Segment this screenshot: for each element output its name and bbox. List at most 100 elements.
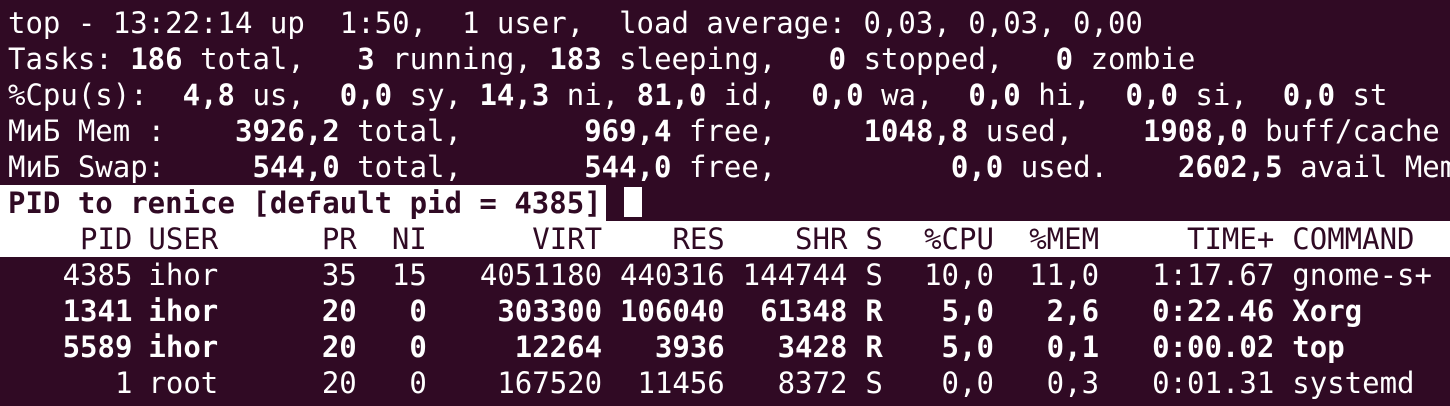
col-header-mem: %MEM [1029,222,1100,256]
process-row[interactable]: 4385 ihor 35 15 4051180 440316 144744 S … [0,257,1450,293]
process-shr: 8372 [777,366,848,400]
tasks-running: 3 [357,42,375,76]
mem-free-suffix: free, [671,114,864,148]
process-row[interactable]: 5589 ihor 20 0 12264 3936 3428 R 5,0 0,1… [0,329,1450,365]
tasks-zombie-suffix: zombie [1073,42,1196,76]
cpu-label: %Cpu(s): [8,78,183,112]
process-pid: 4385 [62,258,133,292]
col-header-time: TIME+ [1186,222,1275,256]
process-user: ihor [148,258,219,292]
swap-avail: 2602,5 [1177,150,1283,184]
cpu-hi: 0,0 [968,78,1021,112]
process-cpu: 10,0 [924,258,994,292]
process-nice: 0 [409,330,427,364]
process-user: ihor [148,330,219,364]
cpu-si: 0,0 [1125,78,1178,112]
process-user: root [148,366,219,400]
process-res: 106040 [619,294,725,328]
tasks-line: Tasks: 186 total, 3 running, 183 sleepin… [0,41,1450,77]
mem-label: МиБ Mem : [8,114,235,148]
col-header-pid: PID [80,222,133,256]
process-row[interactable]: 1 root 20 0 167520 11456 8372 S 0,0 0,3 … [0,365,1450,401]
process-row[interactable]: 1341 ihor 20 0 303300 106040 61348 R 5,0… [0,293,1450,329]
cpu-ni: 14,3 [479,78,550,112]
mem-line: МиБ Mem : 3926,2 total, 969,4 free, 1048… [0,113,1450,149]
cpu-wa-suffix: wa, [863,78,969,112]
process-mem: 0,1 [1046,330,1100,364]
process-command: gnome-s+ [1292,258,1432,292]
process-user: ihor [148,294,219,328]
process-priority: 20 [321,294,357,328]
swap-used-suffix: used. [1003,150,1178,184]
mem-free: 969,4 [584,114,672,148]
col-header-pr: PR [321,222,357,256]
col-header-shr: SHR [795,222,848,256]
mem-buff-suffix: buff/cache [1247,114,1440,148]
cpu-sy: 0,0 [339,78,393,112]
process-mem: 0,3 [1046,366,1100,400]
cpu-us-suffix: us, [235,78,340,112]
process-pid: 5589 [62,330,133,364]
mem-total: 3926,2 [234,114,340,148]
swap-free-suffix: free, [671,150,951,184]
col-header-res: RES [672,222,725,256]
process-command: systemd [1292,366,1415,400]
cpu-id-suffix: id, [706,78,812,112]
tasks-sleeping: 183 [549,42,602,76]
mem-used: 1048,8 [863,114,969,148]
process-priority: 20 [321,366,357,400]
tasks-label: Tasks: [8,42,131,76]
column-header-row: PID USER PR NI VIRT RES SHR S %CPU %MEM … [0,221,1450,257]
swap-total: 544,0 [252,150,340,184]
process-time: 0:00.02 [1152,330,1275,364]
process-state: S [865,366,883,400]
swap-line: МиБ Swap: 544,0 total, 544,0 free, 0,0 u… [0,149,1450,185]
process-state: S [865,258,883,292]
cpu-us: 4,8 [182,78,235,112]
swap-free: 544,0 [584,150,672,184]
process-time: 0:01.31 [1152,366,1275,400]
swap-total-suffix: total, [339,150,585,184]
process-priority: 35 [321,258,357,292]
renice-prompt: PID to renice [default pid = 4385] [0,185,606,221]
col-header-cpu: %CPU [924,222,994,256]
cpu-id: 81,0 [636,78,707,112]
uptime-line: top - 13:22:14 up 1:50, 1 user, load ave… [8,6,1143,40]
col-header-ni: NI [391,222,427,256]
process-pid: 1 [114,366,133,400]
process-virt: 303300 [497,294,603,328]
text-cursor[interactable] [623,187,642,217]
cpu-wa: 0,0 [811,78,864,112]
tasks-running-suffix: running, [374,42,550,76]
tasks-sleeping-suffix: sleeping, [601,42,829,76]
swap-label: МиБ Swap: [8,150,253,184]
tasks-total-suffix: total, [182,42,358,76]
cpu-sy-suffix: sy, [392,78,480,112]
col-header-command: COMMAND [1292,222,1415,256]
renice-prompt-line[interactable]: PID to renice [default pid = 4385] [0,185,1450,221]
process-virt: 4051180 [479,258,603,292]
process-virt: 12264 [514,330,603,364]
process-shr: 144744 [742,258,848,292]
process-virt: 167520 [497,366,603,400]
cpu-si-suffix: si, [1177,78,1283,112]
process-shr: 61348 [760,294,848,328]
col-header-user: USER [148,222,219,256]
terminal-window[interactable]: top - 13:22:14 up 1:50, 1 user, load ave… [0,0,1450,406]
process-nice: 0 [409,294,427,328]
process-res: 3936 [654,330,725,364]
cpu-line: %Cpu(s): 4,8 us, 0,0 sy, 14,3 ni, 81,0 i… [0,77,1450,113]
process-nice: 0 [409,366,427,400]
process-priority: 20 [321,330,357,364]
mem-buff: 1908,0 [1142,114,1248,148]
mem-total-suffix: total, [339,114,585,148]
process-pid: 1341 [62,294,133,328]
tasks-total: 186 [130,42,183,76]
cpu-hi-suffix: hi, [1020,78,1126,112]
tasks-zombie: 0 [1055,42,1074,76]
cpu-st: 0,0 [1282,78,1336,112]
cpu-st-suffix: st [1335,78,1388,112]
process-cpu: 0,0 [941,366,994,400]
mem-used-suffix: used, [968,114,1143,148]
process-state: R [865,330,883,364]
